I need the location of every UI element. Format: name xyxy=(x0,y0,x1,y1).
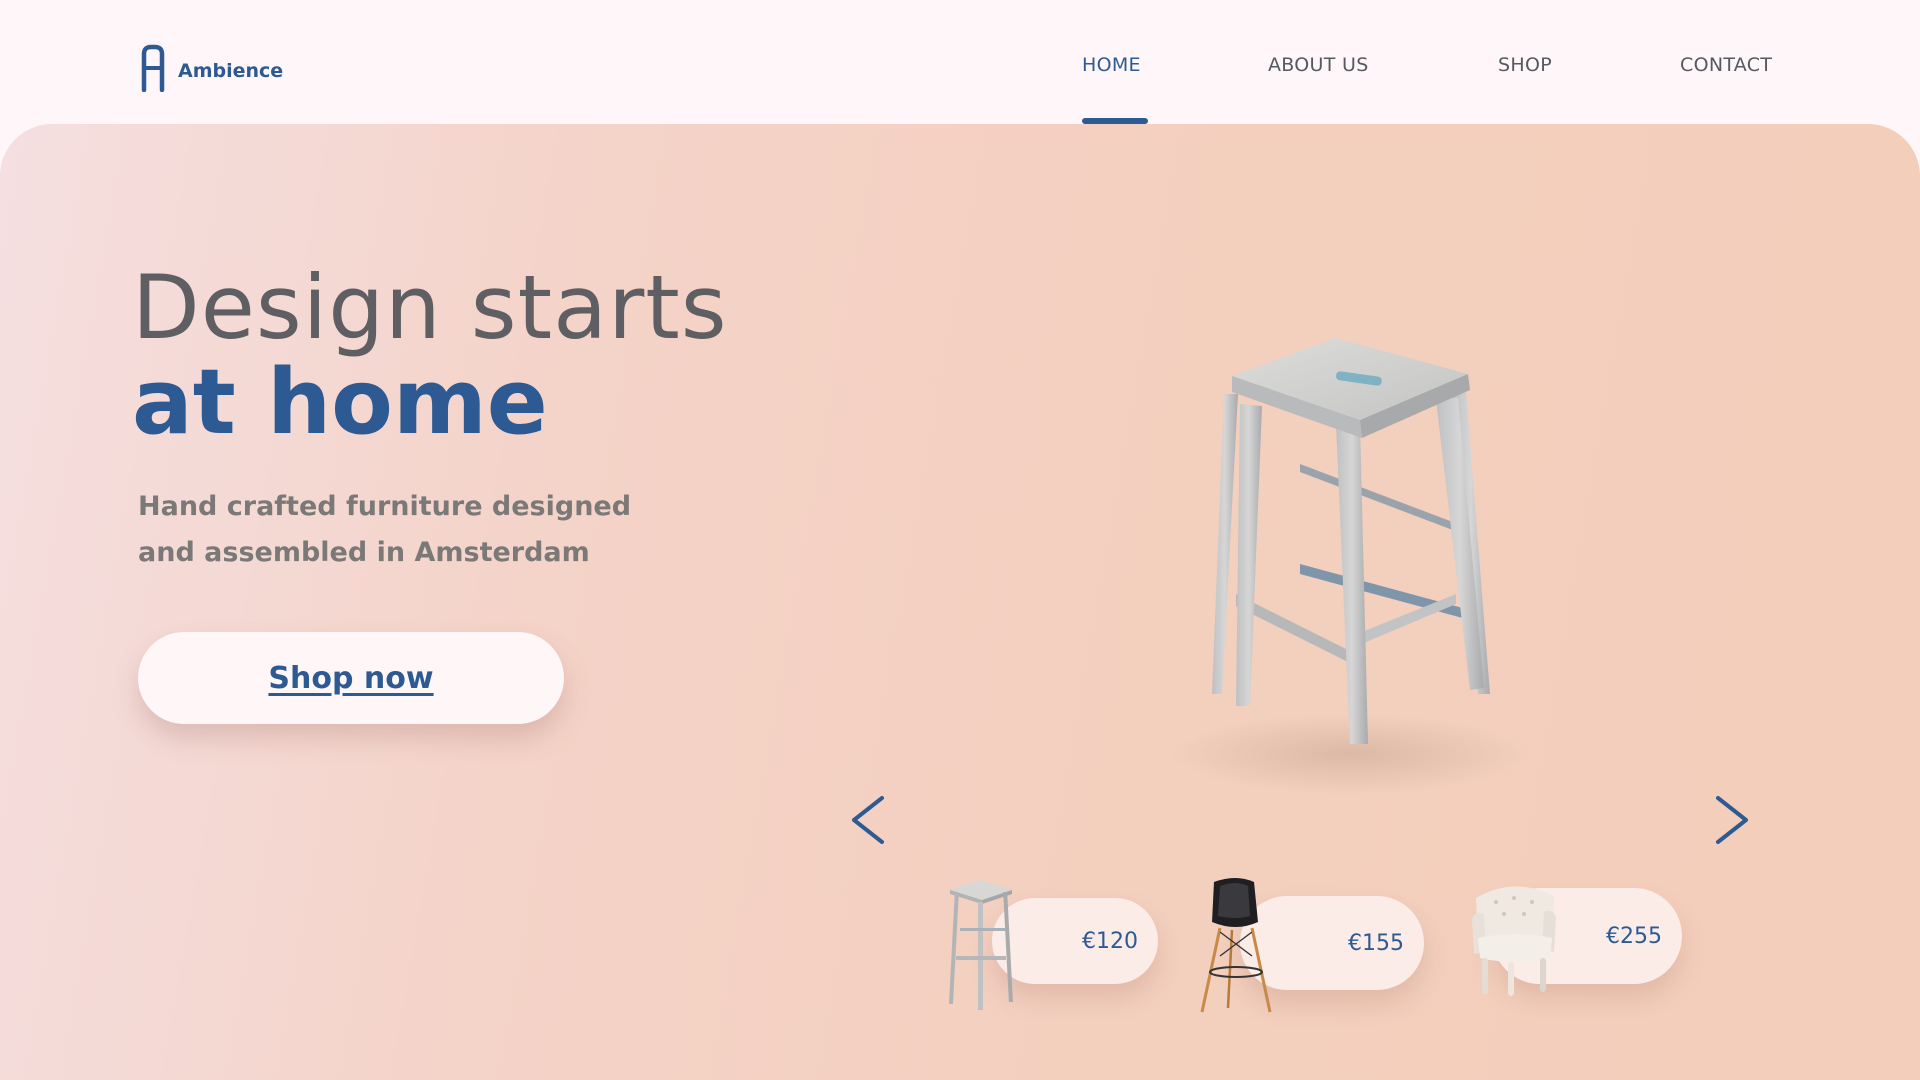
product-card-armchair[interactable]: €255 xyxy=(1468,880,1682,1010)
featured-stool-image xyxy=(1170,338,1530,794)
hero-headline-bold: at home xyxy=(132,350,548,455)
hero-subtitle: Hand crafted furniture designed and asse… xyxy=(138,484,658,576)
nav-item-about-us[interactable]: ABOUT US xyxy=(1268,54,1369,76)
product-card-black-chair[interactable]: €155 xyxy=(1196,876,1446,1016)
hero-subtitle-line-2: and assembled in Amsterdam xyxy=(138,537,590,568)
hero-subtitle-line-1: Hand crafted furniture designed xyxy=(138,491,632,522)
white-armchair-thumbnail xyxy=(1472,886,1556,996)
shop-now-button[interactable]: Shop now xyxy=(138,632,564,724)
carousel-next-button[interactable] xyxy=(1712,794,1752,846)
active-nav-indicator xyxy=(1082,118,1148,124)
hero-headline-light: Design starts xyxy=(132,256,728,359)
site-header: Ambience HOME ABOUT US SHOP CONTACT xyxy=(0,0,1920,124)
nav-item-home[interactable]: HOME xyxy=(1082,54,1141,76)
wooden-stool-thumbnail xyxy=(948,880,1013,1010)
carousel-prev-button[interactable] xyxy=(848,794,888,846)
chevron-left-icon xyxy=(852,796,884,844)
product-card-stool[interactable]: €120 xyxy=(940,876,1160,1016)
nav-item-contact[interactable]: CONTACT xyxy=(1680,54,1772,76)
main-nav: HOME ABOUT US SHOP CONTACT xyxy=(0,0,1920,124)
chevron-right-icon xyxy=(1716,796,1748,844)
nav-item-shop[interactable]: SHOP xyxy=(1498,54,1552,76)
black-bar-chair-thumbnail xyxy=(1200,878,1272,1013)
landing-page: Ambience HOME ABOUT US SHOP CONTACT Desi… xyxy=(0,0,1920,1080)
